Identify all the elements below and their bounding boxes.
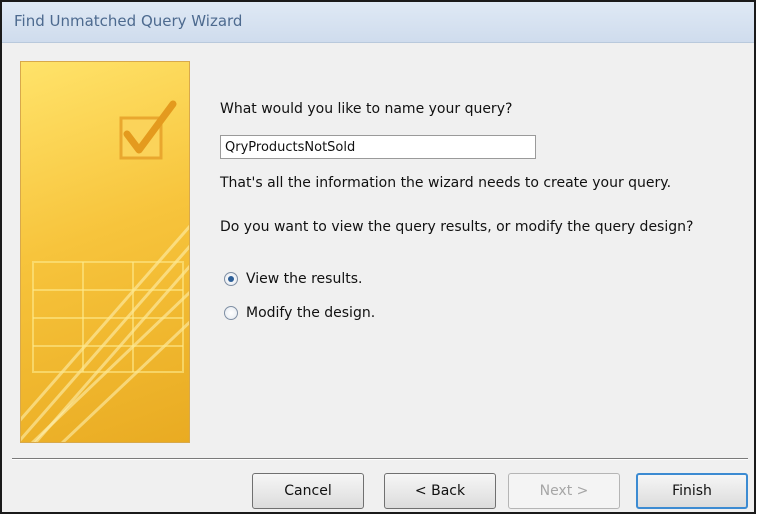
modify-design-label: Modify the design. bbox=[246, 305, 376, 321]
title-bar[interactable]: Find Unmatched Query Wizard bbox=[2, 2, 754, 43]
view-results-option[interactable]: View the results. bbox=[224, 269, 362, 289]
wizard-illustration-icon bbox=[21, 100, 189, 442]
button-divider bbox=[12, 458, 748, 460]
view-results-label: View the results. bbox=[246, 271, 363, 287]
wizard-window: Find Unmatched Query Wizard What would y… bbox=[0, 0, 756, 514]
modify-design-option[interactable]: Modify the design. bbox=[224, 303, 375, 323]
wizard-side-image bbox=[20, 61, 190, 443]
query-name-prompt: What would you like to name your query? bbox=[220, 101, 513, 117]
next-button[interactable]: Next > bbox=[508, 473, 620, 509]
query-name-input[interactable] bbox=[220, 135, 536, 159]
cancel-button[interactable]: Cancel bbox=[252, 473, 364, 509]
finish-button[interactable]: Finish bbox=[636, 473, 748, 509]
view-results-radio[interactable] bbox=[224, 272, 238, 286]
back-button[interactable]: < Back bbox=[384, 473, 496, 509]
view-or-modify-question: Do you want to view the query results, o… bbox=[220, 219, 694, 235]
modify-design-radio[interactable] bbox=[224, 306, 238, 320]
window-title: Find Unmatched Query Wizard bbox=[14, 12, 243, 30]
wizard-content: What would you like to name your query? … bbox=[2, 43, 754, 454]
info-text: That's all the information the wizard ne… bbox=[220, 175, 672, 191]
